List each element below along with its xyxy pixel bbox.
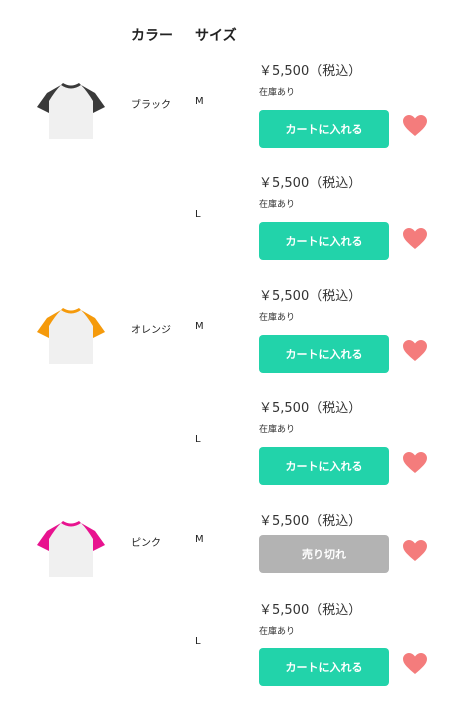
tshirt-image [37,521,105,577]
heart-icon[interactable] [402,114,428,138]
price: ￥5,500（税込） [259,401,362,416]
add-to-cart-button[interactable]: カートに入れる [259,447,389,485]
heart-icon[interactable] [402,451,428,475]
header-size: サイズ [195,28,237,44]
tshirt-image [37,308,105,364]
size-label: L [195,434,201,445]
add-to-cart-button[interactable]: カートに入れる [259,335,389,373]
heart-icon[interactable] [402,539,428,563]
color-label: ピンク [131,538,161,549]
stock-status: 在庫あり [259,88,296,98]
add-to-cart-button[interactable]: カートに入れる [259,222,389,260]
price: ￥5,500（税込） [259,64,362,79]
size-label: M [195,534,204,545]
price: ￥5,500（税込） [259,289,362,304]
heart-icon[interactable] [402,227,428,251]
heart-icon[interactable] [402,652,428,676]
size-label: L [195,636,201,647]
color-label: ブラック [131,100,171,111]
header-color: カラー [131,28,173,44]
price: ￥5,500（税込） [259,176,362,191]
stock-status: 在庫あり [259,313,296,323]
stock-status: 在庫あり [259,627,296,637]
color-label: オレンジ [131,325,171,336]
sold-out-button[interactable]: 売り切れ [259,535,389,573]
size-label: M [195,321,204,332]
stock-status: 在庫あり [259,200,296,210]
size-label: L [195,209,201,220]
size-label: M [195,96,204,107]
add-to-cart-button[interactable]: カートに入れる [259,648,389,686]
heart-icon[interactable] [402,339,428,363]
stock-status: 在庫あり [259,425,296,435]
price: ￥5,500（税込） [259,603,362,618]
add-to-cart-button[interactable]: カートに入れる [259,110,389,148]
tshirt-image [37,83,105,139]
price: ￥5,500（税込） [259,514,362,529]
